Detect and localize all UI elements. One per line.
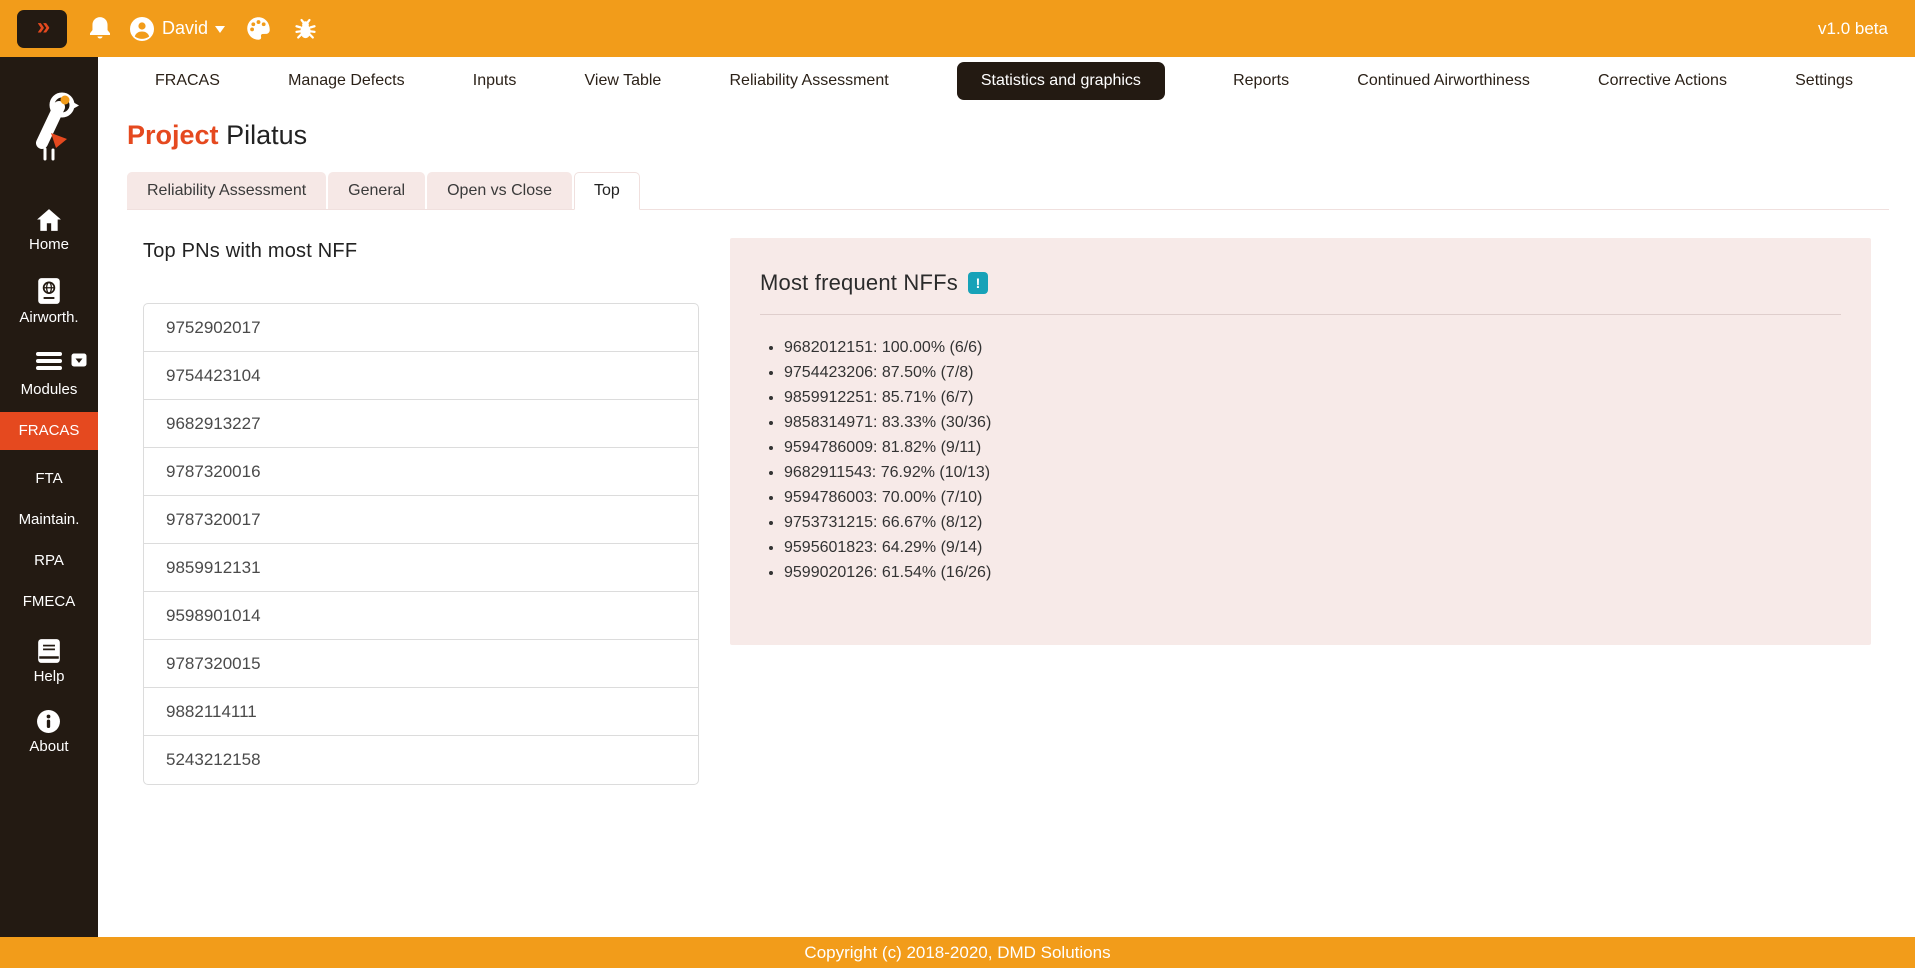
- nff-heading: Most frequent NFFs: [760, 270, 958, 296]
- page-title: Project Pilatus: [127, 120, 1915, 151]
- info-badge-icon[interactable]: !: [968, 272, 988, 294]
- sidebar-item-label: About: [29, 738, 68, 755]
- debug-button[interactable]: [292, 15, 319, 42]
- main-area: FRACAS Manage Defects Inputs View Table …: [98, 0, 1915, 785]
- pn-list-item[interactable]: 9754423104: [144, 352, 698, 400]
- bell-icon: [87, 15, 113, 43]
- sidebar-module-item[interactable]: FTA: [0, 467, 98, 491]
- nav-item[interactable]: Continued Airworthiness: [1357, 72, 1530, 90]
- nff-list-item: 9754423206: 87.50% (7/8): [784, 364, 1841, 382]
- nff-list-item: 9682012151: 100.00% (6/6): [784, 339, 1841, 357]
- nff-list-item: 9599020126: 61.54% (16/26): [784, 564, 1841, 582]
- sidebar-item-label: Home: [29, 236, 69, 253]
- project-tabs: Reliability Assessment General Open vs C…: [127, 172, 1889, 210]
- nav-item[interactable]: Manage Defects: [288, 72, 405, 90]
- tab[interactable]: Reliability Assessment: [127, 172, 326, 209]
- palette-icon: [245, 15, 272, 42]
- nff-list-item: 9858314971: 83.33% (30/36): [784, 414, 1841, 432]
- user-menu[interactable]: David: [129, 16, 225, 42]
- chevron-down-icon: [215, 26, 225, 38]
- nff-list-item: 9594786009: 81.82% (9/11): [784, 439, 1841, 457]
- sidebar-item-modules[interactable]: Modules: [21, 350, 78, 398]
- hamburger-menu-icon: [35, 350, 63, 372]
- sidebar-module-item[interactable]: FMECA: [0, 590, 98, 614]
- nav-item[interactable]: Reports: [1233, 72, 1289, 90]
- page-title-accent: Project: [127, 120, 219, 150]
- nff-list-item: 9595601823: 64.29% (9/14): [784, 539, 1841, 557]
- page-title-project-name: Pilatus: [226, 120, 307, 150]
- help-book-icon: [37, 638, 61, 664]
- pn-list-item[interactable]: 9598901014: [144, 592, 698, 640]
- nff-list-item: 9859912251: 85.71% (6/7): [784, 389, 1841, 407]
- nff-list-item: 9594786003: 70.00% (7/10): [784, 489, 1841, 507]
- top-pn-list: 9752902017 9754423104 9682913227 9787320…: [143, 303, 699, 785]
- user-circle-icon: [129, 16, 155, 42]
- pn-list-item[interactable]: 9787320015: [144, 640, 698, 688]
- sidebar-modules-list: FRACAS FTA Maintain. RPA FMECA: [0, 398, 98, 614]
- home-icon: [36, 208, 62, 232]
- tab[interactable]: Open vs Close: [427, 172, 572, 209]
- tab[interactable]: General: [328, 172, 425, 209]
- pn-list-item[interactable]: 9882114111: [144, 688, 698, 736]
- app-logo: [19, 87, 79, 168]
- pn-list-item[interactable]: 9859912131: [144, 544, 698, 592]
- footer: Copyright (c) 2018-2020, DMD Solutions: [0, 937, 1915, 968]
- sidebar-module-item[interactable]: Maintain.: [0, 508, 98, 532]
- passport-globe-icon: [37, 277, 61, 305]
- sidebar-item-about[interactable]: About: [29, 709, 68, 755]
- dropdown-box-icon[interactable]: [71, 353, 87, 367]
- pn-list-item[interactable]: 9682913227: [144, 400, 698, 448]
- sidebar-item-label: Help: [34, 668, 65, 685]
- sidebar-item-airworthiness[interactable]: Airworth.: [19, 277, 78, 326]
- notifications-button[interactable]: [87, 15, 113, 43]
- app-version: v1.0 beta: [1818, 19, 1888, 39]
- sidebar-module-item[interactable]: RPA: [0, 549, 98, 573]
- theme-button[interactable]: [245, 15, 272, 42]
- info-circle-icon: [36, 709, 61, 734]
- nav-item[interactable]: FRACAS: [155, 72, 220, 90]
- nav-item[interactable]: Reliability Assessment: [730, 72, 889, 90]
- nav-item[interactable]: Corrective Actions: [1598, 72, 1727, 90]
- nff-list-item: 9753731215: 66.67% (8/12): [784, 514, 1841, 532]
- main-nav: FRACAS Manage Defects Inputs View Table …: [98, 57, 1915, 104]
- sidebar-item-help[interactable]: Help: [34, 638, 65, 685]
- tab-content: Top PNs with most NFF 9752902017 9754423…: [98, 210, 1915, 785]
- sidebar-item-home[interactable]: Home: [29, 208, 69, 253]
- user-name: David: [162, 18, 208, 39]
- panel-divider: [760, 314, 1841, 315]
- topbar: » David: [0, 0, 1915, 57]
- bug-icon: [292, 15, 319, 42]
- pn-list-item[interactable]: 5243212158: [144, 736, 698, 784]
- nav-item[interactable]: Statistics and graphics: [957, 62, 1165, 100]
- nav-item[interactable]: Inputs: [473, 72, 517, 90]
- copyright-text: Copyright (c) 2018-2020, DMD Solutions: [804, 943, 1110, 962]
- top-pns-heading: Top PNs with most NFF: [143, 240, 699, 263]
- sidebar-item-label: Modules: [21, 381, 78, 398]
- pn-list-item[interactable]: 9787320016: [144, 448, 698, 496]
- sidebar-module-item[interactable]: FRACAS: [0, 412, 98, 450]
- most-frequent-nffs-panel: Most frequent NFFs ! 9682012151: 100.00%…: [730, 238, 1871, 645]
- pn-list-item[interactable]: 9787320017: [144, 496, 698, 544]
- sidebar: Home Airworth. Modules: [0, 57, 98, 937]
- nav-item[interactable]: Settings: [1795, 72, 1853, 90]
- sidebar-item-label: Airworth.: [19, 309, 78, 326]
- double-chevron-icon: »: [37, 13, 47, 41]
- top-pns-section: Top PNs with most NFF 9752902017 9754423…: [143, 238, 699, 785]
- pn-list-item[interactable]: 9752902017: [144, 304, 698, 352]
- tab[interactable]: Top: [574, 172, 640, 210]
- nff-list-item: 9682911543: 76.92% (10/13): [784, 464, 1841, 482]
- nav-item[interactable]: View Table: [585, 72, 662, 90]
- sidebar-toggle-button[interactable]: »: [17, 10, 67, 48]
- nff-list: 9682012151: 100.00% (6/6) 9754423206: 87…: [760, 339, 1841, 582]
